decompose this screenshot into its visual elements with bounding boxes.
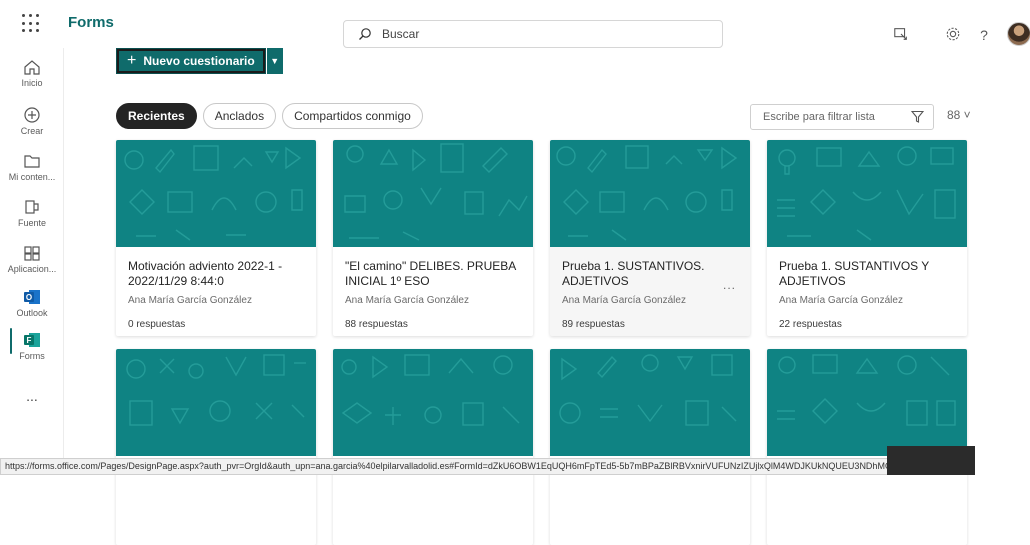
quiz-card[interactable]: "El camino" DELIBES. PRUEBA INICIAL 1º E…	[333, 140, 533, 336]
rail-item-outlook[interactable]: O Outlook	[0, 288, 64, 318]
new-quiz-button-group: + Nuevo cuestionario ▼	[116, 48, 283, 74]
card-thumbnail	[550, 349, 750, 456]
feedback-icon[interactable]	[892, 26, 910, 44]
search-placeholder: Buscar	[382, 27, 420, 41]
card-responses: 88 respuestas	[345, 319, 408, 330]
tab-recientes[interactable]: Recientes	[116, 103, 197, 129]
feed-icon	[25, 200, 39, 214]
outlook-icon: O	[24, 290, 40, 304]
rail-label: Fuente	[17, 218, 47, 228]
card-responses: 89 respuestas	[562, 319, 625, 330]
search-input[interactable]: Buscar	[343, 20, 723, 48]
folder-icon	[24, 155, 40, 168]
rail-label: Aplicacion...	[7, 264, 57, 274]
filter-input[interactable]: Escribe para filtrar lista	[750, 104, 934, 130]
new-quiz-dropdown-button[interactable]: ▼	[266, 48, 283, 74]
card-thumbnail	[116, 349, 316, 456]
card-author: Ana María García González	[562, 295, 686, 306]
tab-compartidos[interactable]: Compartidos conmigo	[282, 103, 423, 129]
add-circle-icon	[24, 107, 40, 123]
rail-item-crear[interactable]: Crear	[0, 106, 64, 136]
card-title: Prueba 1. SUSTANTIVOS Y ADJETIVOS	[779, 259, 930, 288]
card-author: Ana María García González	[345, 295, 469, 306]
link-preview-statusbar: https://forms.office.com/Pages/DesignPag…	[0, 458, 934, 475]
rail-label: Crear	[20, 126, 44, 136]
quiz-card[interactable]: Prueba 1. SUSTANTIVOS. ADJETIVOS Ana Mar…	[550, 140, 750, 336]
quiz-card[interactable]	[333, 349, 533, 545]
rail-item-mi-contenido[interactable]: Mi conten...	[0, 152, 64, 182]
card-responses: 0 respuestas	[128, 319, 186, 330]
rail-label: Forms	[19, 351, 45, 361]
forms-icon: F	[24, 333, 40, 347]
search-icon	[359, 28, 371, 40]
top-bar: Forms Buscar ?	[0, 0, 1030, 48]
card-author: Ana María García González	[779, 295, 903, 306]
svg-text:F: F	[27, 336, 32, 345]
rail-item-fuente[interactable]: Fuente	[0, 198, 64, 228]
rail-item-inicio[interactable]: Inicio	[0, 58, 64, 88]
quiz-card[interactable]: Prueba 1. SUSTANTIVOS Y ADJETIVOS Ana Ma…	[767, 140, 967, 336]
app-name[interactable]: Forms	[68, 14, 114, 31]
filter-tabs: Recientes Anclados Compartidos conmigo	[116, 103, 423, 129]
new-quiz-button[interactable]: + Nuevo cuestionario	[116, 48, 266, 74]
card-thumbnail	[767, 140, 967, 247]
plus-icon: +	[127, 52, 137, 69]
quiz-card[interactable]	[550, 349, 750, 545]
card-thumbnail	[767, 349, 967, 456]
rail-item-more[interactable]: ...	[0, 388, 64, 404]
new-quiz-label: Nuevo cuestionario	[143, 54, 255, 68]
rail-item-forms[interactable]: F Forms	[0, 331, 64, 361]
app-launcher-icon[interactable]	[22, 14, 42, 34]
tab-anclados[interactable]: Anclados	[202, 103, 277, 129]
dark-overlay-box	[887, 446, 975, 475]
left-rail: Inicio Crear Mi conten... Fuente Aplicac…	[0, 48, 64, 475]
quiz-card[interactable]: Motivación adviento 2022-1 - 2022/11/29 …	[116, 140, 316, 336]
card-thumbnail	[550, 140, 750, 247]
view-toggle-button[interactable]: 88 ˅	[947, 108, 971, 122]
more-icon: ...	[26, 388, 38, 404]
card-author: Ana María García González	[128, 295, 252, 306]
more-options-icon[interactable]: ...	[723, 278, 736, 292]
card-responses: 22 respuestas	[779, 319, 842, 330]
settings-icon[interactable]	[944, 26, 962, 44]
svg-text:O: O	[26, 293, 32, 302]
home-icon	[24, 60, 40, 75]
rail-label: Outlook	[16, 308, 48, 318]
rail-item-aplicaciones[interactable]: Aplicacion...	[0, 244, 64, 274]
help-icon[interactable]: ?	[975, 26, 993, 44]
avatar[interactable]	[1007, 22, 1030, 46]
card-title: Prueba 1. SUSTANTIVOS. ADJETIVOS	[562, 259, 705, 288]
card-thumbnail	[333, 349, 533, 456]
apps-icon	[24, 246, 40, 261]
quiz-card[interactable]	[116, 349, 316, 545]
card-thumbnail	[116, 140, 316, 247]
chevron-down-icon: ▼	[270, 56, 280, 66]
rail-label: Inicio	[21, 78, 43, 88]
card-title: "El camino" DELIBES. PRUEBA INICIAL 1º E…	[345, 259, 516, 288]
card-thumbnail	[333, 140, 533, 247]
rail-label: Mi conten...	[8, 172, 56, 182]
card-title: Motivación adviento 2022-1 - 2022/11/29 …	[128, 259, 283, 288]
